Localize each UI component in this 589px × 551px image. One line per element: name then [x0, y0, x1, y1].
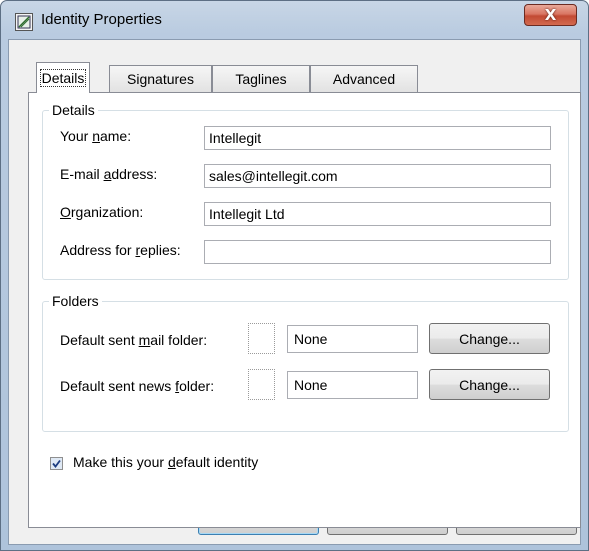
sent-mail-folder-field: None — [287, 325, 418, 353]
folders-groupbox: Folders Default sent mail folder: None C… — [42, 293, 569, 432]
tab-details[interactable]: Details — [36, 62, 90, 93]
tab-label: Details — [39, 69, 87, 87]
close-button[interactable]: X — [524, 4, 577, 26]
tab-label: Signatures — [127, 71, 194, 87]
details-groupbox: Details Your name: Intellegit E-mail add… — [42, 102, 569, 280]
sent-news-folder-field: None — [287, 371, 418, 399]
change-mail-folder-button[interactable]: Change... — [429, 323, 550, 354]
default-identity-checkbox[interactable] — [50, 457, 63, 470]
details-tab-panel: Details Your name: Intellegit E-mail add… — [28, 92, 581, 528]
email-address-label: E-mail address: — [60, 166, 158, 182]
tab-signatures[interactable]: Signatures — [109, 65, 212, 92]
your-name-field[interactable]: Intellegit — [204, 126, 551, 150]
tab-taglines[interactable]: Taglines — [212, 65, 310, 92]
email-address-field[interactable]: sales@intellegit.com — [204, 164, 551, 188]
organization-field[interactable]: Intellegit Ltd — [204, 202, 551, 226]
mail-folder-icon — [248, 323, 275, 354]
reply-address-label: Address for replies: — [60, 242, 181, 258]
checkmark-icon — [52, 459, 61, 468]
folders-group-label: Folders — [49, 293, 102, 309]
your-name-label: Your name: — [60, 128, 132, 144]
title-bar[interactable]: Identity Properties X — [1, 1, 588, 39]
dialog-client-area: Details Signatures Taglines Advanced Det… — [8, 39, 581, 545]
tab-label: Taglines — [235, 71, 287, 87]
identity-card-icon — [15, 13, 33, 31]
close-icon: X — [544, 6, 557, 24]
reply-address-field[interactable] — [204, 240, 551, 264]
default-identity-label[interactable]: Make this your default identity — [73, 454, 258, 470]
tab-label: Advanced — [332, 71, 396, 87]
news-folder-icon — [248, 369, 275, 400]
identity-properties-window: Identity Properties X Details Signatures… — [0, 0, 589, 551]
details-group-label: Details — [49, 102, 98, 118]
sent-news-folder-label: Default sent news folder: — [60, 378, 215, 394]
tab-advanced[interactable]: Advanced — [310, 65, 418, 92]
organization-label: Organization: — [60, 204, 144, 220]
change-news-folder-button[interactable]: Change... — [429, 369, 550, 400]
sent-mail-folder-label: Default sent mail folder: — [60, 332, 208, 348]
window-title: Identity Properties — [41, 11, 162, 28]
